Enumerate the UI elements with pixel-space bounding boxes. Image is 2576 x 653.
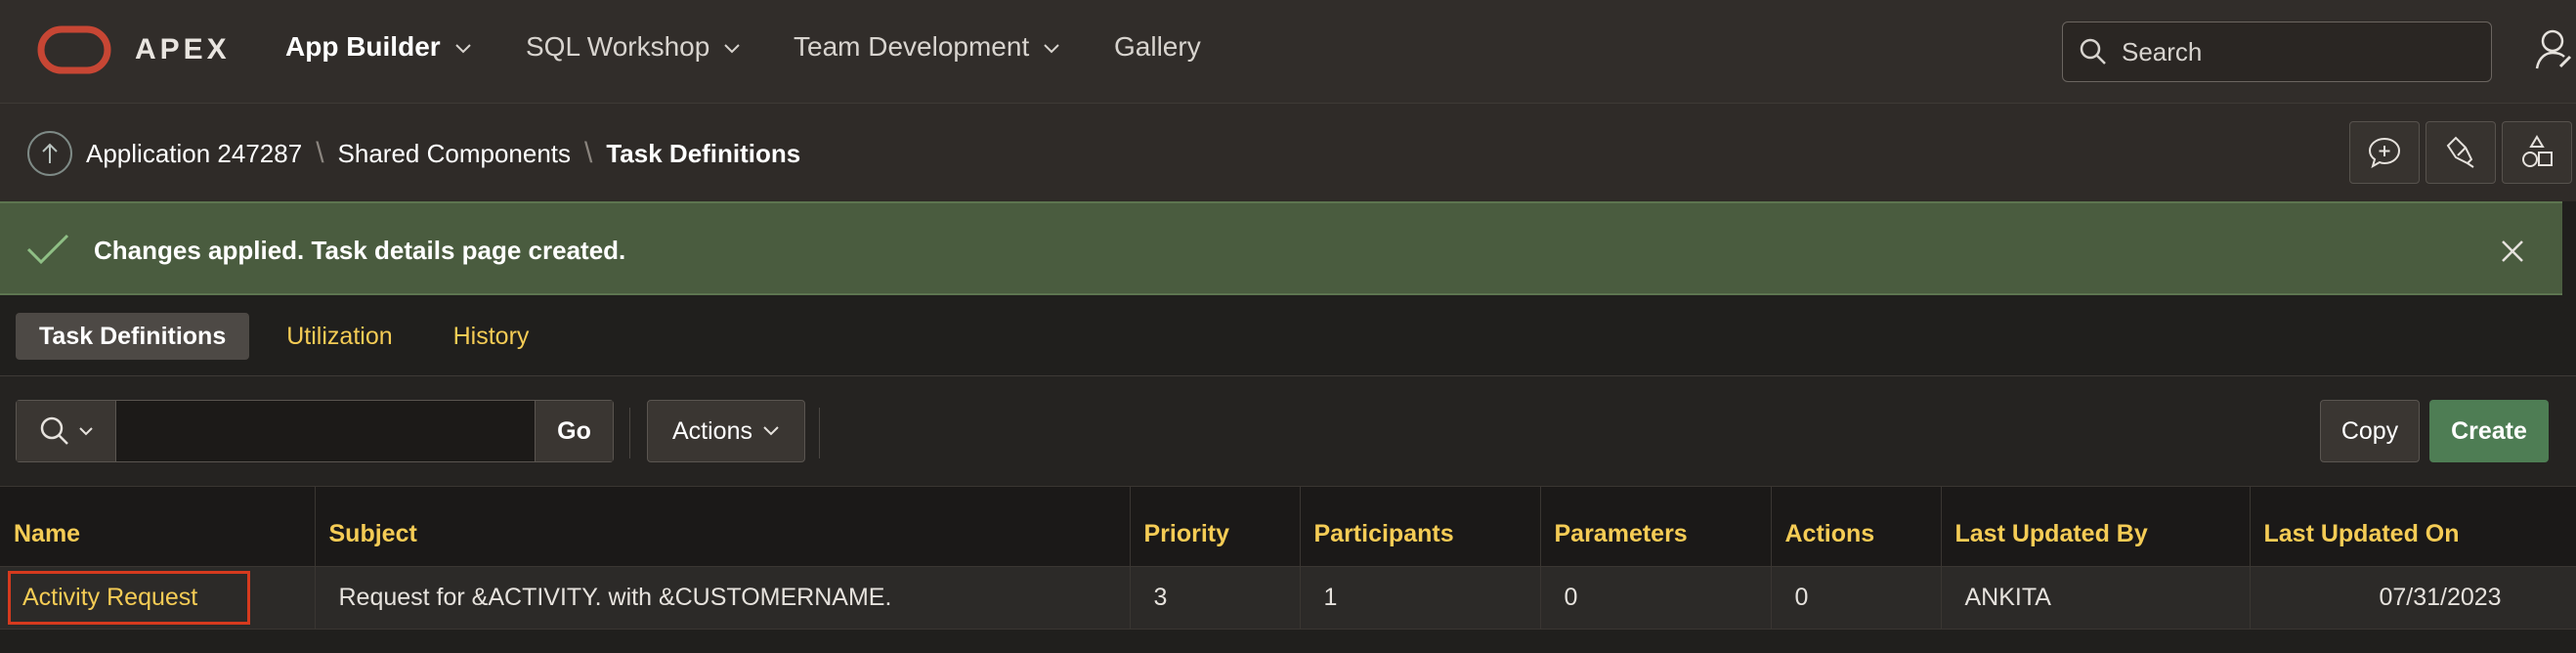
column-header-priority[interactable]: Priority [1130, 486, 1301, 567]
nav-app-builder-label: App Builder [285, 31, 441, 62]
close-icon[interactable] [2500, 239, 2525, 264]
nav-gallery-label: Gallery [1114, 31, 1201, 62]
nav-sql-workshop[interactable]: SQL Workshop [526, 31, 741, 63]
breadcrumb-separator: \ [316, 137, 324, 169]
cell-participants: 1 [1300, 566, 1541, 630]
flashlight-icon [2444, 136, 2477, 169]
column-header-parameters[interactable]: Parameters [1540, 486, 1772, 567]
table-row: Activity Request Request for &ACTIVITY. … [0, 566, 2576, 630]
chevron-down-icon [454, 43, 472, 55]
chevron-down-icon [723, 43, 741, 55]
shapes-icon [2519, 135, 2555, 170]
tab-utilization[interactable]: Utilization [263, 313, 415, 360]
oracle-logo-icon[interactable] [37, 25, 111, 74]
breadcrumb-shared-components[interactable]: Shared Components [338, 139, 571, 169]
chevron-down-icon [1043, 43, 1060, 55]
chevron-down-icon [762, 425, 780, 437]
breadcrumb-current: Task Definitions [606, 138, 801, 168]
tab-task-definitions[interactable]: Task Definitions [16, 313, 250, 360]
comment-button[interactable] [2349, 121, 2420, 184]
nav-sql-workshop-label: SQL Workshop [526, 31, 710, 62]
search-column-selector[interactable] [17, 401, 116, 461]
column-header-subject[interactable]: Subject [315, 486, 1131, 567]
chevron-down-icon [78, 426, 94, 436]
task-definitions-report: Name Subject Priority Participants Param… [0, 486, 2576, 630]
checkmark-icon [25, 233, 70, 266]
toolbar-divider [629, 408, 630, 458]
go-button[interactable]: Go [535, 401, 613, 461]
cell-parameters: 0 [1540, 566, 1772, 630]
nav-app-builder[interactable]: App Builder [285, 31, 472, 63]
breadcrumb-bar: Application 247287 \ Shared Components \… [0, 104, 2576, 201]
column-header-last-updated-by[interactable]: Last Updated By [1941, 486, 2251, 567]
copy-button[interactable]: Copy [2320, 400, 2420, 462]
breadcrumb-application[interactable]: Application 247287 [86, 139, 302, 169]
navigate-up-button[interactable] [27, 131, 72, 176]
search-input[interactable] [2120, 35, 2471, 68]
cell-priority: 3 [1130, 566, 1301, 630]
task-name-link[interactable]: Activity Request [8, 571, 250, 625]
tab-history[interactable]: History [430, 313, 553, 360]
comment-add-icon [2367, 136, 2402, 169]
cell-last-updated-on: 07/31/2023 [2250, 566, 2576, 630]
report-search-group: Go [16, 400, 614, 462]
search-icon [39, 415, 70, 447]
table-header-row: Name Subject Priority Participants Param… [0, 486, 2576, 567]
cell-last-updated-by: ANKITA [1941, 566, 2251, 630]
success-alert: Changes applied. Task details page creat… [0, 201, 2562, 295]
flashlight-button[interactable] [2426, 121, 2496, 184]
page-tabs: Task Definitions Utilization History [16, 313, 552, 360]
report-table: Name Subject Priority Participants Param… [0, 486, 2576, 630]
create-button[interactable]: Create [2429, 400, 2549, 462]
cell-name: Activity Request [0, 566, 316, 630]
top-navigation-bar: APEX App Builder SQL Workshop Team Devel… [0, 0, 2576, 104]
nav-team-development[interactable]: Team Development [794, 31, 1060, 63]
breadcrumb-separator: \ [584, 137, 593, 169]
apex-brand[interactable]: APEX [135, 33, 231, 66]
column-header-participants[interactable]: Participants [1300, 486, 1541, 567]
alert-message: Changes applied. Task details page creat… [94, 236, 626, 265]
nav-gallery[interactable]: Gallery [1114, 31, 1201, 63]
user-settings-icon[interactable] [2535, 27, 2574, 72]
search-icon [2079, 37, 2108, 66]
arrow-up-icon [40, 142, 60, 165]
toolbar-divider [819, 408, 820, 458]
report-toolbar: Go Actions Copy Create [0, 376, 2576, 486]
shapes-button[interactable] [2502, 121, 2572, 184]
nav-team-development-label: Team Development [794, 31, 1030, 62]
actions-menu-button[interactable]: Actions [647, 400, 805, 462]
actions-label: Actions [672, 416, 752, 445]
breadcrumb: Application 247287 \ Shared Components \… [86, 137, 800, 170]
column-header-name[interactable]: Name [0, 486, 316, 567]
global-search[interactable] [2062, 22, 2492, 82]
cell-subject: Request for &ACTIVITY. with &CUSTOMERNAM… [315, 566, 1131, 630]
column-header-last-updated-on[interactable]: Last Updated On [2250, 486, 2576, 567]
cell-actions: 0 [1771, 566, 1942, 630]
column-header-actions[interactable]: Actions [1771, 486, 1942, 567]
report-search-input[interactable] [116, 401, 535, 461]
